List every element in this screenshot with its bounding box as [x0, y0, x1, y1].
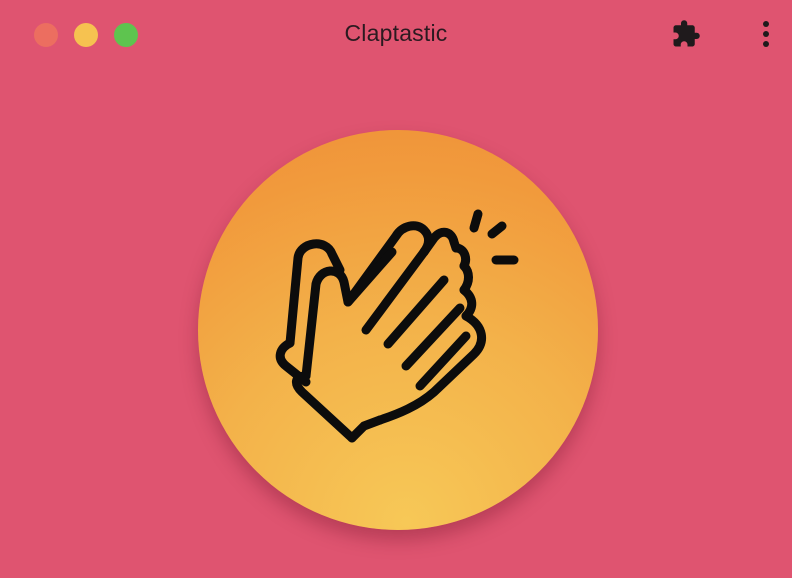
more-menu-button[interactable]	[748, 16, 784, 52]
kebab-menu-icon	[763, 21, 769, 47]
extensions-button[interactable]	[668, 16, 704, 52]
puzzle-icon	[673, 20, 700, 47]
clapping-hands-icon	[275, 209, 519, 443]
clap-button[interactable]	[198, 130, 598, 530]
title-bar: Claptastic	[0, 0, 792, 68]
app-window: Claptastic	[0, 0, 792, 578]
